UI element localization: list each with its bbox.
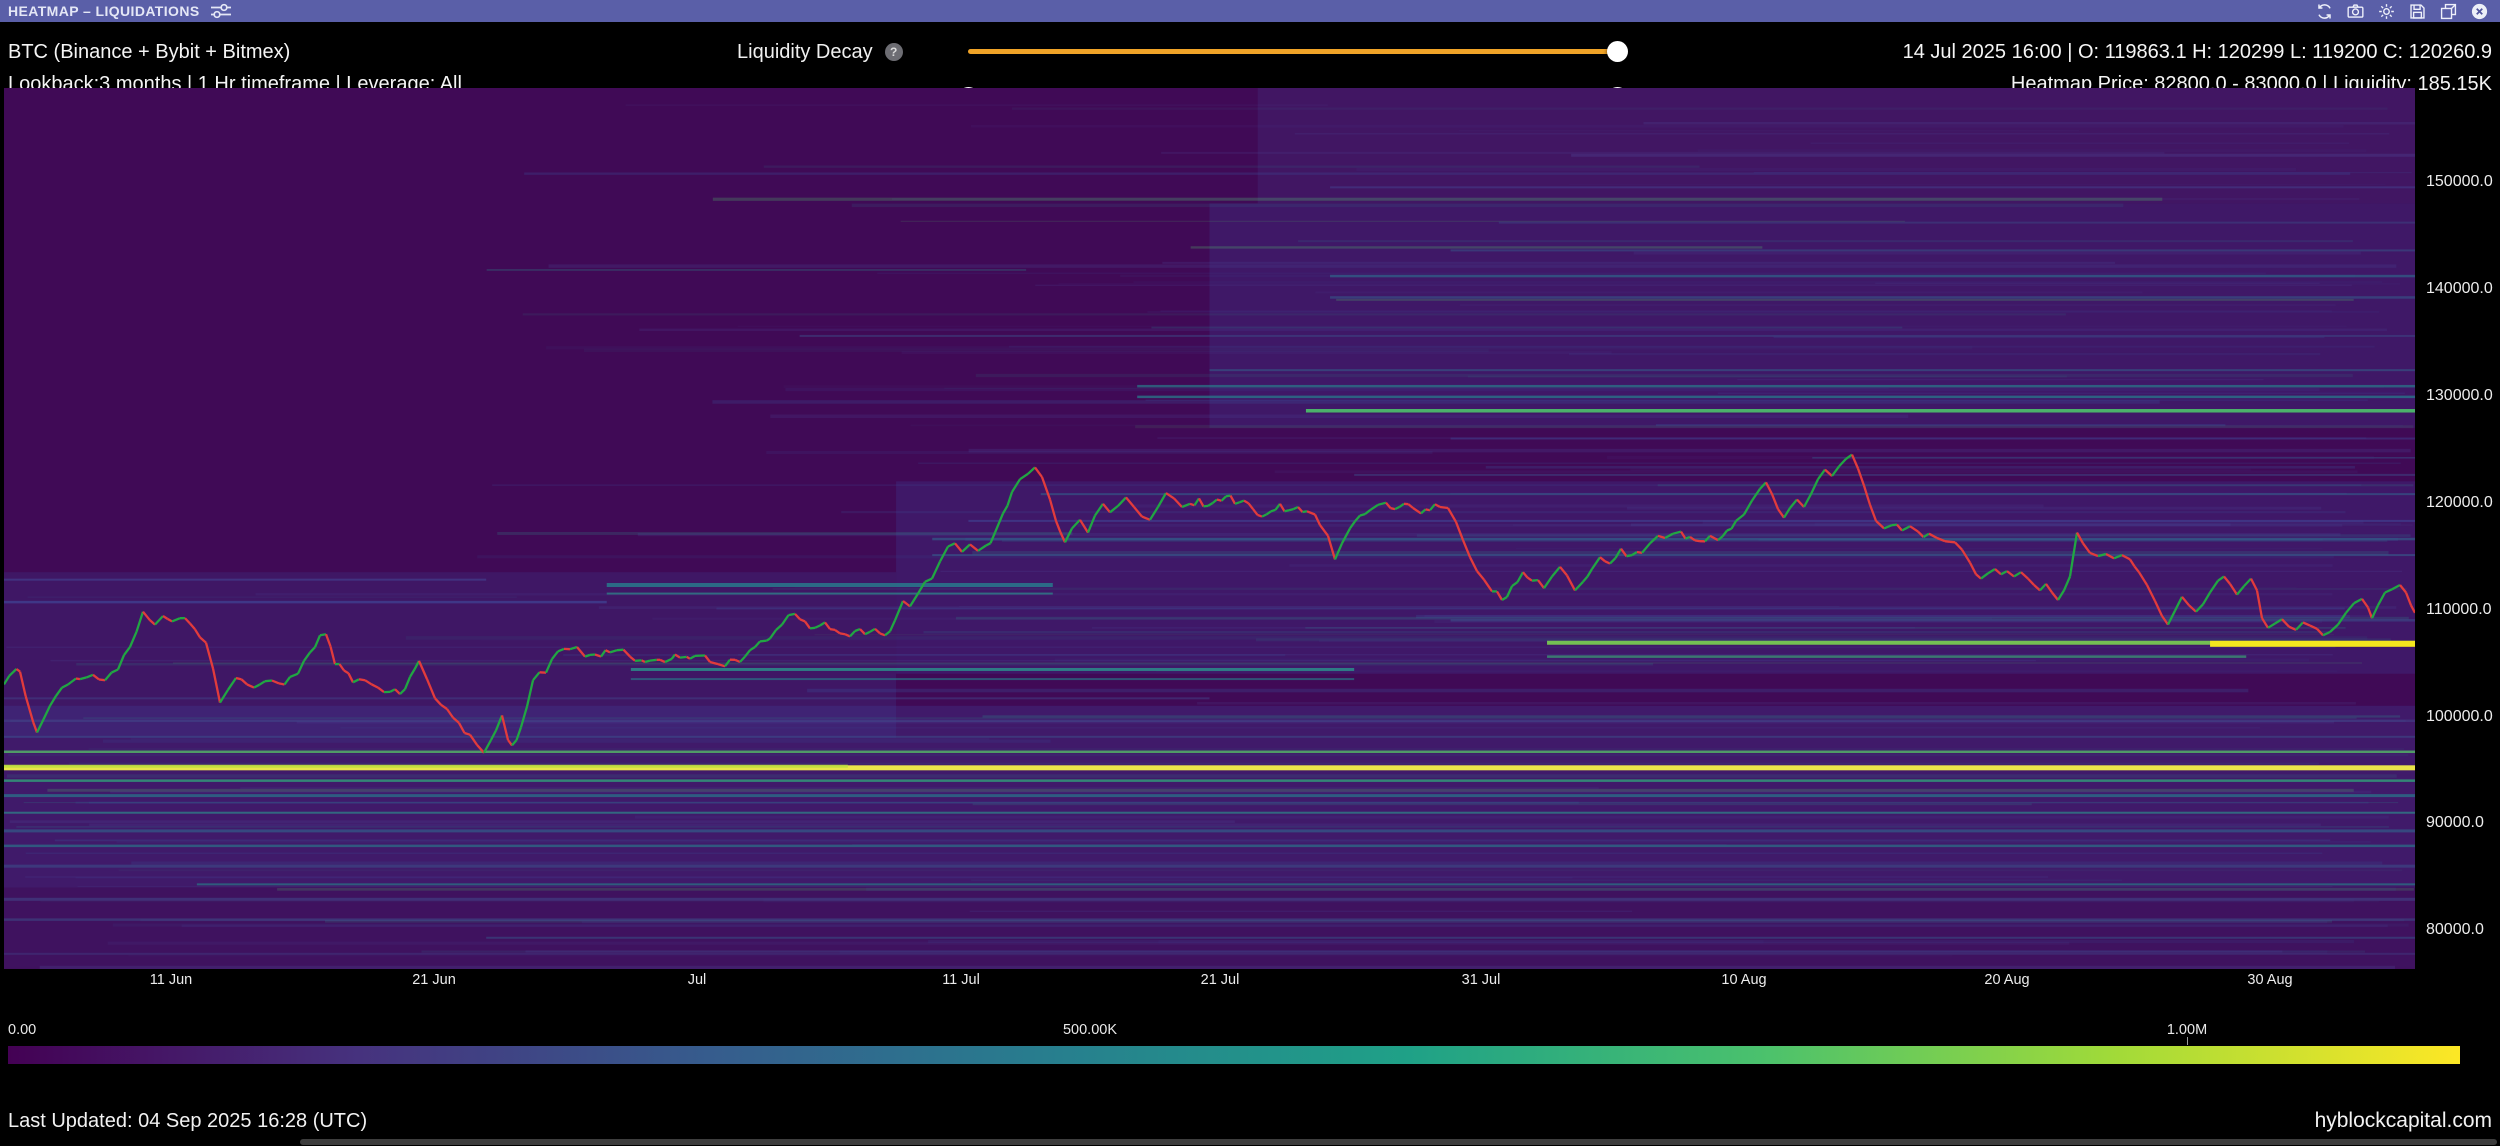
liquidation-band — [1643, 122, 2415, 125]
liquidation-band — [968, 520, 2415, 522]
liquidation-band — [4, 794, 2415, 797]
liquidation-band — [631, 678, 1354, 680]
x-axis-label: 10 Aug — [1721, 972, 1766, 988]
liquidation-band — [1137, 385, 2415, 388]
x-axis-label: 20 Aug — [1984, 972, 2029, 988]
x-axis-label: 21 Jun — [412, 972, 456, 988]
y-axis-label: 130000.0 — [2426, 387, 2493, 405]
liquidation-band — [1306, 409, 2415, 413]
liquidation-band — [486, 937, 2415, 939]
save-icon — [2408, 2, 2427, 21]
liquidation-band — [4, 751, 2415, 754]
liquidation-band — [1354, 474, 2415, 476]
titlebar-left: HEATMAP – LIQUIDATIONS — [0, 3, 234, 19]
liquidation-band — [607, 583, 1053, 587]
liquidation-band — [4, 579, 486, 581]
liquidity-decay-label-wrap: Liquidity Decay ? — [737, 40, 903, 64]
titlebar: HEATMAP – LIQUIDATIONS — [0, 0, 2500, 22]
colorbar-label: 500.00K — [1063, 1022, 1117, 1038]
colorbar-tick — [2187, 1037, 2188, 1045]
close-button[interactable] — [2468, 1, 2490, 21]
x-axis-label: 30 Aug — [2247, 972, 2292, 988]
refresh-button[interactable] — [2313, 1, 2335, 21]
page-title: HEATMAP – LIQUIDATIONS — [8, 3, 200, 19]
y-axis-label: 110000.0 — [2426, 601, 2492, 619]
y-axis-label: 90000.0 — [2426, 814, 2484, 832]
liquidation-band — [197, 883, 2415, 885]
liquidation-band — [1812, 457, 2415, 459]
liquidation-band — [4, 953, 2415, 955]
save-button[interactable] — [2406, 1, 2428, 21]
liquidation-band — [1451, 619, 2415, 622]
liquidation-band — [1451, 249, 2415, 251]
liquidation-band — [1330, 186, 2415, 188]
ohlc-readout: 14 Jul 2025 16:00 | O: 119863.1 H: 12029… — [1903, 36, 2492, 68]
liquidation-band — [4, 779, 2415, 782]
copy-chart-button[interactable] — [2437, 1, 2459, 21]
y-axis-label: 80000.0 — [2426, 921, 2484, 939]
y-axis-label: 100000.0 — [2426, 708, 2493, 726]
liquidation-band — [4, 918, 2415, 921]
liquidity-decay-slider[interactable] — [968, 49, 1617, 54]
liquidation-band — [4, 736, 2415, 738]
liquidation-band — [1041, 493, 2415, 495]
colorbar-label: 0.00 — [8, 1022, 36, 1038]
liquidation-band — [1499, 222, 2415, 224]
liquidation-heatmap-app: HEATMAP – LIQUIDATIONS — [0, 0, 2500, 1146]
y-axis-label: 150000.0 — [2426, 173, 2493, 191]
liquidation-band — [4, 812, 2415, 814]
liquidation-band — [4, 697, 1210, 699]
liquidation-band — [4, 845, 2415, 848]
settings-button[interactable] — [2375, 1, 2397, 21]
y-axis-label: 120000.0 — [2426, 494, 2493, 512]
liquidation-band — [1137, 396, 2415, 399]
x-axis-label: 11 Jul — [942, 972, 980, 988]
colorbar-gradient — [8, 1046, 2460, 1064]
liquidation-band — [4, 720, 2415, 723]
x-axis-label: 21 Jul — [1201, 972, 1240, 988]
liquidation-band — [4, 765, 848, 768]
filter-icon[interactable] — [210, 3, 234, 19]
liquidation-band — [607, 593, 1053, 595]
x-axis-label: 31 Jul — [1462, 972, 1501, 988]
site-name: hyblockcapital.com — [2315, 1109, 2492, 1133]
liquidation-band — [1571, 154, 2415, 157]
liquidation-heatmap-canvas[interactable] — [4, 88, 2415, 969]
copy-chart-icon — [2439, 2, 2458, 21]
liquidation-band — [4, 829, 2415, 832]
refresh-icon — [2315, 2, 2334, 21]
liquidation-band — [932, 554, 2415, 556]
liquidation-band — [1210, 369, 2416, 371]
x-axis-label: Jul — [688, 972, 707, 988]
liquidation-band — [1547, 655, 2246, 658]
close-icon — [2470, 2, 2489, 21]
y-axis-label: 140000.0 — [2426, 280, 2493, 298]
liquidation-band — [4, 601, 607, 604]
liquidity-decay-label: Liquidity Decay — [737, 41, 873, 64]
liquidation-band — [1451, 438, 2415, 440]
gear-icon — [2377, 2, 2396, 21]
screenshot-button[interactable] — [2344, 1, 2366, 21]
colorbar-label: 1.00M — [2167, 1022, 2207, 1038]
x-axis-label: 11 Jun — [150, 972, 192, 988]
liquidity-decay-control: Liquidity Decay ? — [0, 40, 1700, 64]
liquidation-band — [932, 538, 2415, 541]
liquidity-decay-handle[interactable] — [1607, 41, 1628, 62]
titlebar-actions — [2313, 1, 2500, 21]
liquidation-band — [800, 335, 2415, 337]
liquidation-band — [1330, 296, 2415, 299]
liquidation-band — [631, 668, 1354, 671]
liquidation-band — [1330, 275, 2415, 278]
horizontal-scrollbar[interactable] — [300, 1139, 2497, 1145]
camera-icon — [2346, 2, 2365, 21]
liquidation-band — [2210, 641, 2415, 647]
liquidation-band — [4, 865, 2415, 868]
liquidation-band — [4, 898, 2415, 901]
liquidity-decay-help-icon[interactable]: ? — [885, 43, 903, 61]
last-updated-text: Last Updated: 04 Sep 2025 16:28 (UTC) — [8, 1110, 367, 1133]
